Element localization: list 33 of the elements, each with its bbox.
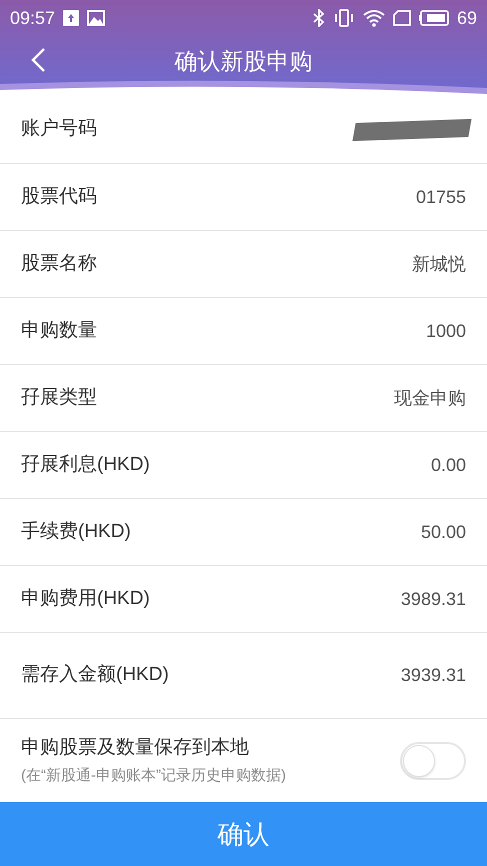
row-label: 申购费用(HKD) (21, 586, 150, 611)
battery-icon (418, 10, 449, 26)
row-value: 1000 (426, 320, 466, 342)
row-label: 手续费(HKD) (21, 520, 131, 544)
toggle-knob (403, 744, 435, 776)
toggle-switch[interactable] (400, 742, 466, 780)
row-label: 申购数量 (21, 318, 97, 343)
row-label: 账户号码 (21, 117, 97, 142)
row-value: 01755 (416, 186, 466, 208)
back-icon (30, 47, 46, 73)
row-value: 3989.31 (400, 588, 466, 610)
page-title: 确认新股申购 (174, 46, 312, 76)
row-value: 0.00 (430, 454, 466, 476)
row-label: 股票名称 (21, 252, 97, 276)
bluetooth-icon (312, 9, 325, 27)
row-value: 新城悦 (412, 252, 466, 276)
vibrate-icon (332, 9, 355, 27)
row-value: 现金申购 (394, 386, 466, 410)
image-icon (87, 10, 106, 26)
row-label: 需存入金额(HKD) (21, 663, 169, 688)
confirm-button[interactable]: 确认 (0, 802, 487, 866)
row-label: 股票代码 (21, 184, 97, 209)
row-label: 孖展利息(HKD) (21, 452, 150, 477)
row-value: 50.00 (420, 520, 466, 544)
save-option-label: 申购股票及数量保存到本地 (21, 736, 250, 760)
upload-icon (63, 10, 80, 26)
save-option-note: (在“新股通-申购账本”记录历史申购数据) (21, 766, 287, 786)
wifi-icon (362, 9, 385, 27)
row-label: 孖展类型 (21, 386, 97, 410)
row-value: 3939.31 (400, 664, 466, 687)
battery-level: 69 (456, 6, 477, 30)
sim-card-icon (392, 10, 411, 26)
status-time: 09:57 (10, 6, 56, 30)
